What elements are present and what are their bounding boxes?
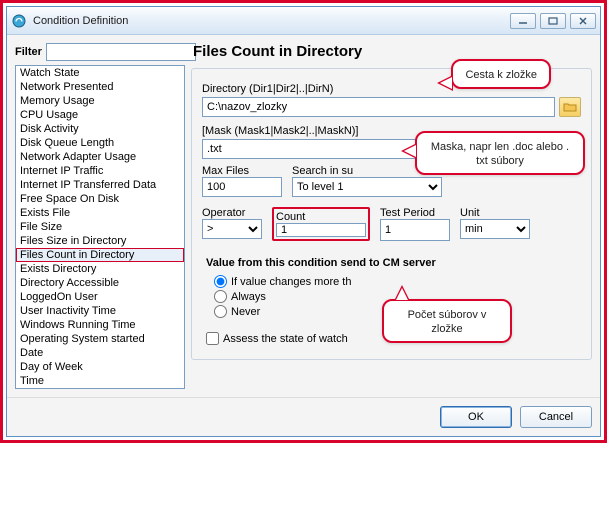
testperiod-label: Test Period bbox=[380, 207, 450, 219]
filter-label: Filter bbox=[15, 46, 42, 58]
search-select[interactable]: To level 1 bbox=[292, 177, 442, 197]
list-item[interactable]: Directory Accessible bbox=[16, 276, 184, 290]
list-item[interactable]: Internet IP Traffic bbox=[16, 164, 184, 178]
list-item[interactable]: Date bbox=[16, 346, 184, 360]
client-area: Filter Watch StateNetwork PresentedMemor… bbox=[7, 35, 600, 397]
callout-path: Cesta k zložke bbox=[451, 59, 551, 89]
titlebar: Condition Definition bbox=[7, 7, 600, 35]
list-item[interactable]: Windows Running Time bbox=[16, 318, 184, 332]
list-item[interactable]: Files Count in Directory bbox=[16, 248, 184, 262]
list-item[interactable]: Exists Directory bbox=[16, 262, 184, 276]
close-button[interactable] bbox=[570, 13, 596, 29]
unit-label: Unit bbox=[460, 207, 530, 219]
callout-mask: Maska, napr len .doc alebo . txt súbory bbox=[415, 131, 585, 175]
list-item[interactable]: Free Space On Disk bbox=[16, 192, 184, 206]
radio-never[interactable] bbox=[214, 305, 227, 318]
list-item[interactable]: CPU Usage bbox=[16, 108, 184, 122]
radio-ifchange[interactable] bbox=[214, 275, 227, 288]
list-item[interactable]: LoggedOn User bbox=[16, 290, 184, 304]
value-heading: Value from this condition send to CM ser… bbox=[206, 257, 581, 269]
testperiod-input[interactable] bbox=[380, 219, 450, 241]
radio-always-label: Always bbox=[231, 291, 266, 303]
folder-icon bbox=[563, 101, 577, 113]
app-icon bbox=[11, 13, 27, 29]
radio-never-label: Never bbox=[231, 306, 260, 318]
list-item[interactable]: Network Adapter Usage bbox=[16, 150, 184, 164]
assess-label: Assess the state of watch bbox=[223, 333, 348, 345]
list-item[interactable]: Exists File bbox=[16, 206, 184, 220]
assess-checkbox[interactable] bbox=[206, 332, 219, 345]
list-item[interactable]: Disk Queue Length bbox=[16, 136, 184, 150]
radio-always[interactable] bbox=[214, 290, 227, 303]
condition-list[interactable]: Watch StateNetwork PresentedMemory Usage… bbox=[15, 65, 185, 389]
list-item[interactable]: Watch State bbox=[16, 66, 184, 80]
callout-count: Počet súborov v zložke bbox=[382, 299, 512, 343]
list-item[interactable]: Day of Week bbox=[16, 360, 184, 374]
list-item[interactable]: Memory Usage bbox=[16, 94, 184, 108]
window: Condition Definition Filter Watch StateN… bbox=[6, 6, 601, 437]
list-item[interactable]: Internet IP Transferred Data bbox=[16, 178, 184, 192]
list-item[interactable]: Network Presented bbox=[16, 80, 184, 94]
radio-ifchange-label: If value changes more th bbox=[231, 276, 351, 288]
page-title: Files Count in Directory bbox=[193, 43, 592, 60]
list-item[interactable]: Time bbox=[16, 374, 184, 388]
filter-panel: Filter Watch StateNetwork PresentedMemor… bbox=[15, 43, 185, 389]
details-panel: Files Count in Directory Directory (Dir1… bbox=[191, 43, 592, 389]
cancel-button[interactable]: Cancel bbox=[520, 406, 592, 428]
ok-button[interactable]: OK bbox=[440, 406, 512, 428]
list-item[interactable]: Operating System started bbox=[16, 332, 184, 346]
count-input[interactable] bbox=[276, 223, 366, 237]
list-item[interactable]: User Inactivity Time bbox=[16, 304, 184, 318]
unit-select[interactable]: min bbox=[460, 219, 530, 239]
maximize-button[interactable] bbox=[540, 13, 566, 29]
window-title: Condition Definition bbox=[33, 15, 510, 27]
browse-folder-button[interactable] bbox=[559, 97, 581, 117]
filter-input[interactable] bbox=[46, 43, 196, 61]
operator-select[interactable]: > bbox=[202, 219, 262, 239]
count-highlight: Count bbox=[272, 207, 370, 241]
list-item[interactable]: Files Size in Directory bbox=[16, 234, 184, 248]
directory-input[interactable] bbox=[202, 97, 555, 117]
count-label: Count bbox=[276, 211, 366, 223]
settings-group: Directory (Dir1|Dir2|..|DirN) [Mask (Mas… bbox=[191, 68, 592, 360]
maxfiles-label: Max Files bbox=[202, 165, 282, 177]
list-item[interactable]: File Size bbox=[16, 220, 184, 234]
operator-label: Operator bbox=[202, 207, 262, 219]
maxfiles-input[interactable] bbox=[202, 177, 282, 197]
minimize-button[interactable] bbox=[510, 13, 536, 29]
list-item[interactable]: Disk Activity bbox=[16, 122, 184, 136]
button-bar: OK Cancel bbox=[7, 397, 600, 436]
window-controls bbox=[510, 13, 596, 29]
